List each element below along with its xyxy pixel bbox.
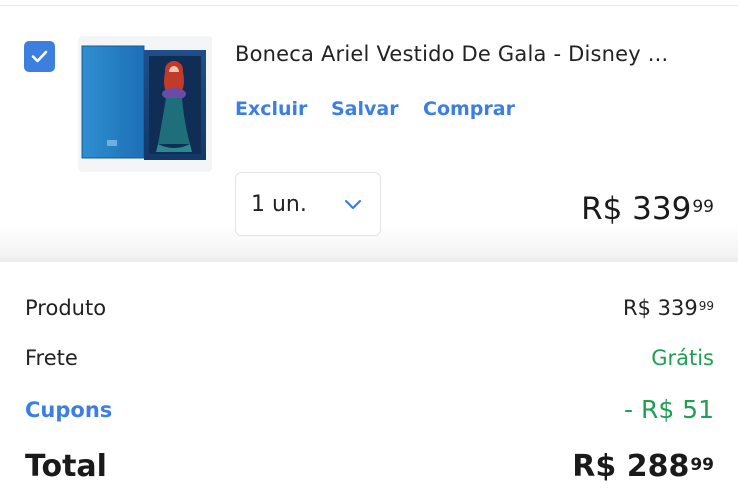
product-value-cents: 99 [698, 299, 714, 313]
item-price: R$ 33999 [581, 190, 714, 228]
doll-box-image [81, 45, 206, 160]
total-label: Total [25, 449, 107, 484]
chevron-down-icon [344, 199, 362, 210]
product-label: Produto [25, 296, 107, 320]
quantity-value: 1 un. [251, 192, 307, 217]
product-value-main: R$ 339 [623, 296, 698, 320]
item-select-checkbox[interactable] [24, 41, 55, 72]
shipping-label: Frete [25, 346, 78, 370]
buy-link[interactable]: Comprar [423, 96, 515, 122]
coupons-value: - R$ 51 [623, 395, 714, 424]
delete-link[interactable]: Excluir [235, 96, 307, 122]
total-value: R$ 28899 [572, 448, 714, 486]
item-price-cents: 99 [692, 197, 714, 217]
coupons-link[interactable]: Cupons [25, 396, 112, 424]
product-title[interactable]: Boneca Ariel Vestido De Gala - Disney ..… [235, 40, 715, 68]
total-value-cents: 99 [690, 455, 714, 475]
shipping-value: Grátis [651, 346, 714, 370]
product-image[interactable] [78, 36, 212, 172]
total-value-main: R$ 288 [572, 449, 690, 484]
item-price-main: R$ 339 [581, 191, 692, 227]
product-value: R$ 33999 [623, 294, 714, 322]
save-link[interactable]: Salvar [331, 96, 399, 122]
check-icon [31, 50, 48, 63]
quantity-select[interactable]: 1 un. [235, 172, 381, 236]
order-summary: Produto R$ 33999 Frete Grátis Cupons - R… [0, 262, 738, 502]
